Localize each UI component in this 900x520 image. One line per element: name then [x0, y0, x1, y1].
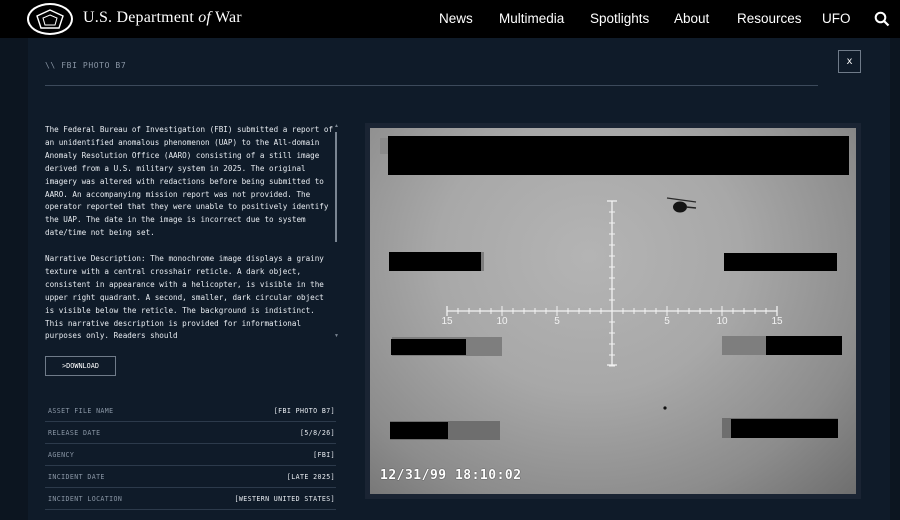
metadata-value: [FBI PHOTO B7] — [273, 407, 335, 415]
helicopter-object — [666, 197, 697, 213]
search-icon[interactable] — [874, 11, 890, 27]
metadata-value: [LATE 2025] — [286, 473, 335, 481]
scale-label: 15 — [771, 316, 783, 327]
nav-resources[interactable]: Resources — [737, 11, 802, 26]
nav-multimedia[interactable]: Multimedia — [499, 11, 564, 26]
redaction-bar — [766, 336, 842, 355]
scroll-up-arrow-icon[interactable]: ▲ — [334, 124, 339, 129]
metadata-row: INCIDENT DATE [LATE 2025] — [45, 466, 336, 488]
metadata-value: [5/8/26] — [300, 429, 335, 437]
top-navigation-bar: U.S. Department of War News Multimedia S… — [0, 0, 900, 38]
asset-description: The Federal Bureau of Investigation (FBI… — [45, 124, 335, 340]
metadata-row: ASSET FILE NAME [FBI PHOTO B7] — [45, 400, 336, 422]
metadata-value: [WESTERN UNITED STATES] — [234, 495, 335, 503]
description-paragraph: Narrative Description: The monochrome im… — [45, 254, 324, 340]
redaction-bar — [731, 419, 838, 438]
metadata-key: AGENCY — [48, 451, 75, 459]
image-overlay: 15 10 5 5 10 15 — [380, 136, 849, 440]
asset-metadata-table: ASSET FILE NAME [FBI PHOTO B7] RELEASE DA… — [45, 400, 336, 510]
redaction-bar — [391, 339, 466, 355]
scale-label: 15 — [441, 316, 453, 327]
metadata-key: INCIDENT LOCATION — [48, 495, 123, 503]
metadata-row: INCIDENT LOCATION [WESTERN UNITED STATES] — [45, 488, 336, 510]
metadata-key: ASSET FILE NAME — [48, 407, 114, 415]
metadata-row: RELEASE DATE [5/8/26] — [45, 422, 336, 444]
redaction-bar — [389, 252, 481, 271]
scale-label: 5 — [554, 316, 560, 327]
scroll-down-arrow-icon[interactable]: ▼ — [334, 334, 339, 339]
redaction-bar — [388, 136, 849, 175]
divider — [45, 85, 818, 86]
nav-ufo[interactable]: UFO — [822, 11, 851, 26]
metadata-row: AGENCY [FBI] — [45, 444, 336, 466]
metadata-value: [FBI] — [313, 451, 335, 459]
scale-label: 10 — [716, 316, 728, 327]
image-timestamp: 12/31/99 18:10:02 — [380, 468, 522, 483]
nav-about[interactable]: About — [674, 11, 709, 26]
redaction-bar — [390, 422, 448, 439]
scale-label: 5 — [664, 316, 670, 327]
scale-label: 10 — [496, 316, 508, 327]
scroll-thumb[interactable] — [335, 132, 337, 242]
nav-news[interactable]: News — [439, 11, 473, 26]
description-paragraph: The Federal Bureau of Investigation (FBI… — [45, 125, 334, 238]
department-seal-icon[interactable] — [27, 3, 73, 35]
uap-still-image[interactable]: 15 10 5 5 10 15 12/31/99 18:10:02 — [370, 128, 856, 494]
redaction-bar — [724, 253, 837, 271]
asset-kicker: \\ FBI PHOTO B7 — [45, 61, 127, 70]
nav-spotlights[interactable]: Spotlights — [590, 11, 649, 26]
metadata-key: INCIDENT DATE — [48, 473, 105, 481]
site-title[interactable]: U.S. Department of War — [83, 9, 242, 27]
small-dark-object — [663, 406, 667, 410]
metadata-key: RELEASE DATE — [48, 429, 101, 437]
download-button[interactable]: >DOWNLOAD — [45, 356, 116, 376]
description-scrollbar[interactable]: ▲ ▼ — [334, 124, 339, 340]
close-button[interactable]: x — [838, 50, 861, 73]
